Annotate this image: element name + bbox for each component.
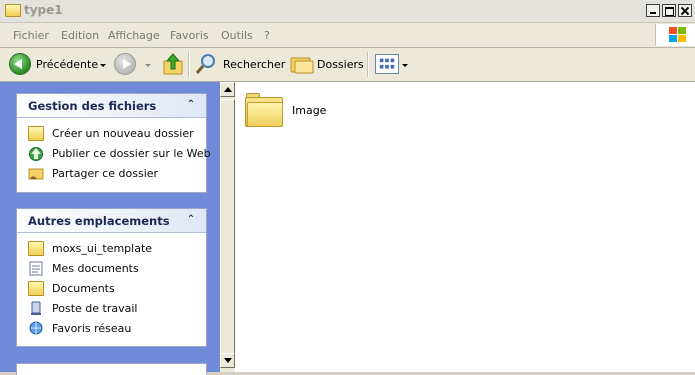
- menu-outils[interactable]: Outils: [221, 29, 253, 42]
- vertical-scrollbar[interactable]: [220, 82, 235, 372]
- file-name-label[interactable]: Image: [292, 104, 326, 117]
- window-title: type1: [24, 3, 63, 17]
- forward-arrow-icon[interactable]: [114, 53, 136, 75]
- details-panel: [16, 363, 207, 375]
- task-pane: Gestion des fichiers ⌃ Créer un nouveau …: [0, 82, 220, 375]
- panel-title: Autres emplacements: [28, 214, 170, 228]
- place-label: moxs_ui_template: [52, 242, 153, 255]
- minimize-button[interactable]: [646, 4, 660, 17]
- folders-icon[interactable]: [290, 54, 314, 74]
- menu-help[interactable]: ?: [264, 29, 270, 42]
- place-label: Documents: [52, 282, 115, 295]
- task-label: Partager ce dossier: [52, 167, 159, 180]
- search-icon[interactable]: [195, 53, 217, 75]
- menu-edition[interactable]: Edition: [61, 29, 99, 42]
- scroll-down-button[interactable]: [220, 353, 235, 368]
- share-folder-icon: [28, 168, 44, 180]
- panel-header[interactable]: Gestion des fichiers ⌃: [17, 94, 206, 118]
- panel-header[interactable]: Autres emplacements ⌃: [17, 209, 206, 233]
- views-dropdown-icon[interactable]: [402, 64, 408, 67]
- toolbar: Précédente Rechercher Dossiers: [0, 48, 695, 82]
- task-label: Publier ce dossier sur le Web: [52, 147, 211, 160]
- forward-dropdown-icon[interactable]: [145, 64, 151, 67]
- task-label: Créer un nouveau dossier: [52, 127, 194, 140]
- collapse-chevron-icon[interactable]: ⌃: [184, 213, 198, 227]
- folder-icon: [28, 241, 44, 256]
- place-label: Mes documents: [52, 262, 139, 275]
- folder-icon: [5, 4, 21, 17]
- maximize-button[interactable]: [662, 4, 676, 17]
- search-button[interactable]: Rechercher: [223, 58, 285, 71]
- back-dropdown-icon[interactable]: [100, 64, 106, 67]
- place-label: Poste de travail: [52, 302, 138, 315]
- menu-affichage[interactable]: Affichage: [108, 29, 160, 42]
- place-my-computer[interactable]: Poste de travail: [28, 300, 203, 318]
- back-button[interactable]: Précédente: [36, 58, 98, 71]
- place-network[interactable]: Favoris réseau: [28, 320, 203, 338]
- file-list-area[interactable]: Image: [235, 82, 695, 372]
- up-folder-icon[interactable]: [163, 53, 183, 75]
- scroll-up-button[interactable]: [220, 82, 235, 97]
- collapse-chevron-icon[interactable]: ⌃: [184, 98, 198, 112]
- title-bar: type1: [0, 0, 695, 23]
- my-documents-icon: [29, 261, 43, 276]
- windows-logo-icon: [655, 24, 695, 46]
- back-arrow-icon[interactable]: [9, 53, 31, 75]
- menu-bar: Fichier Edition Affichage Favoris Outils…: [0, 23, 695, 48]
- menu-fichier[interactable]: Fichier: [13, 29, 49, 42]
- task-share-folder[interactable]: Partager ce dossier: [28, 165, 203, 183]
- scroll-thumb[interactable]: [220, 99, 235, 363]
- folders-button[interactable]: Dossiers: [317, 58, 364, 71]
- folder-icon: [28, 281, 44, 296]
- file-tasks-panel: Gestion des fichiers ⌃ Créer un nouveau …: [16, 93, 211, 193]
- my-computer-icon: [31, 301, 41, 315]
- close-button[interactable]: [678, 4, 692, 17]
- place-documents[interactable]: Documents: [28, 280, 203, 298]
- place-moxs-ui-template[interactable]: moxs_ui_template: [28, 240, 203, 258]
- new-folder-icon: [28, 126, 44, 141]
- toolbar-separator: [367, 52, 369, 77]
- place-label: Favoris réseau: [52, 322, 132, 335]
- panel-title: Gestion des fichiers: [28, 99, 157, 113]
- folder-icon[interactable]: [245, 93, 283, 127]
- other-places-panel: Autres emplacements ⌃ moxs_ui_template M…: [16, 208, 207, 347]
- task-publish-web[interactable]: Publier ce dossier sur le Web: [28, 145, 211, 163]
- views-icon[interactable]: [375, 54, 399, 74]
- publish-web-icon: [29, 147, 43, 161]
- menu-favoris[interactable]: Favoris: [170, 29, 209, 42]
- toolbar-separator: [188, 52, 190, 77]
- place-my-documents[interactable]: Mes documents: [28, 260, 203, 278]
- task-new-folder[interactable]: Créer un nouveau dossier: [28, 125, 203, 143]
- network-places-icon: [29, 321, 43, 335]
